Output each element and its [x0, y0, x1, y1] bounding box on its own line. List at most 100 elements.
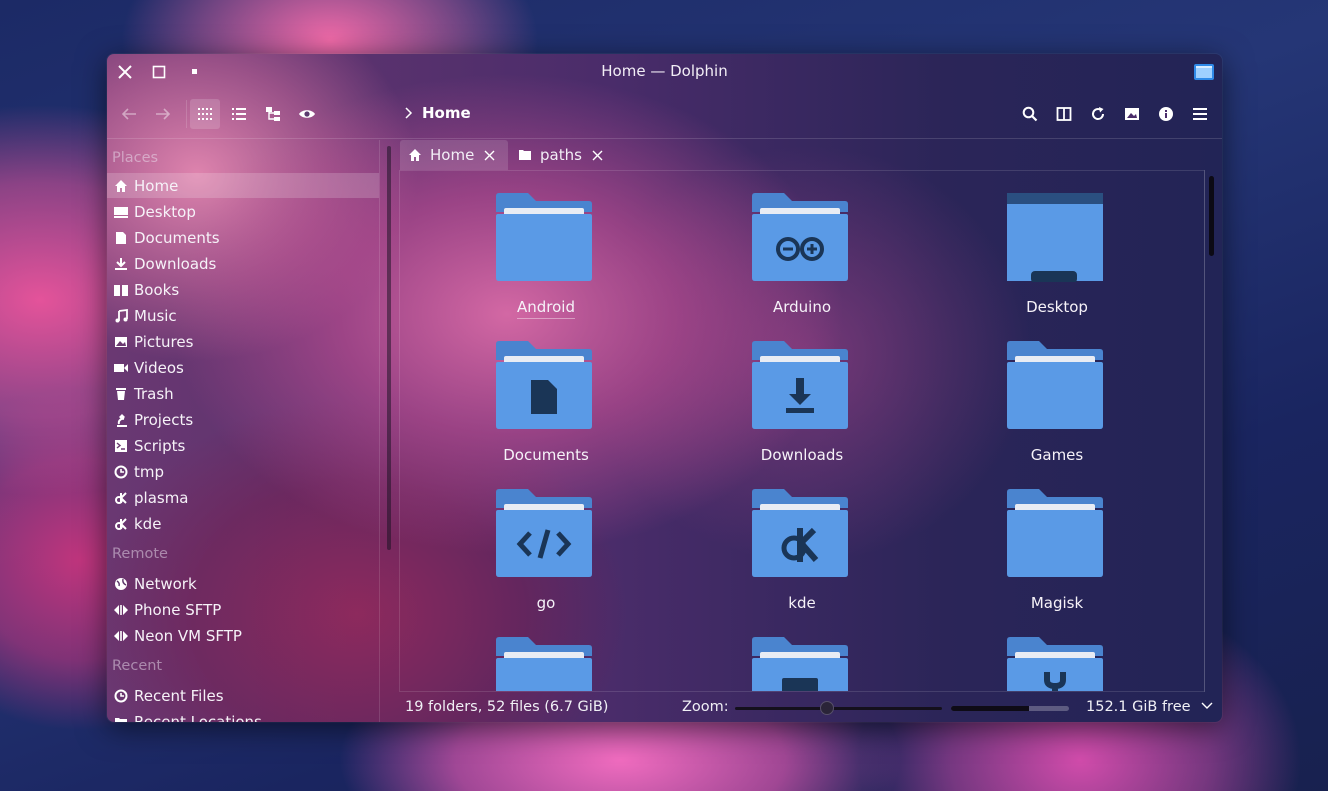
close-tab-icon[interactable]: [592, 150, 603, 161]
sidebar-item-trash[interactable]: Trash: [107, 381, 379, 406]
close-tab-icon[interactable]: [484, 150, 495, 161]
sidebar-item-downloads[interactable]: Downloads: [107, 251, 379, 276]
view-scrollbar[interactable]: [1209, 176, 1214, 256]
download-icon: [112, 255, 130, 273]
folder-icon: [1007, 489, 1103, 577]
reload-button[interactable]: [1083, 99, 1113, 129]
tab-home[interactable]: Home: [400, 140, 508, 170]
sidebar-item-recent-locations[interactable]: Recent Locations: [107, 709, 379, 722]
sidebar-item-network[interactable]: Network: [107, 571, 379, 596]
preview-button[interactable]: [1117, 99, 1147, 129]
view-scrollbar-track: [1204, 170, 1205, 692]
chevron-down-icon[interactable]: [1201, 702, 1213, 710]
tab-label: paths: [540, 146, 582, 164]
folder-item-arduino[interactable]: Arduino: [702, 192, 902, 332]
icons-view-button[interactable]: [190, 99, 220, 129]
folder-item-documents[interactable]: Documents: [446, 340, 646, 480]
sidebar-item-kde[interactable]: kde: [107, 511, 379, 536]
folder-item-android[interactable]: Android: [446, 192, 646, 332]
sidebar-scrollbar[interactable]: [387, 146, 391, 550]
toolbar: Home: [107, 94, 1222, 134]
desktop-folder-icon: [1007, 193, 1103, 282]
places-panel: Places Home Desktop Documents Downloads …: [107, 140, 380, 722]
sidebar-item-tmp[interactable]: tmp: [107, 459, 379, 484]
search-button[interactable]: [1015, 99, 1045, 129]
terminal-icon: [112, 437, 130, 455]
picture-icon: [112, 333, 130, 351]
sidebar-item-videos[interactable]: Videos: [107, 355, 379, 380]
sidebar-item-label: Videos: [134, 358, 184, 377]
microscope-icon: [112, 411, 130, 429]
panel-splitter[interactable]: [379, 140, 380, 722]
folder-item-kde[interactable]: kde: [702, 488, 902, 628]
document-icon: [112, 229, 130, 247]
sidebar-item-neon-vm-sftp[interactable]: Neon VM SFTP: [107, 623, 379, 648]
sidebar-item-plasma[interactable]: plasma: [107, 485, 379, 510]
preview-toggle-button[interactable]: [292, 99, 322, 129]
sidebar-item-recent-files[interactable]: Recent Files: [107, 683, 379, 708]
dolphin-app-icon: [1194, 64, 1214, 80]
folder-icon: [496, 637, 592, 691]
app-menu-button[interactable]: [1192, 60, 1216, 84]
tab-paths[interactable]: paths: [510, 140, 620, 170]
menu-icon: [1193, 108, 1207, 120]
folder-icon: [112, 713, 130, 722]
file-view[interactable]: Android Arduino Desktop Documents Downlo…: [399, 170, 1205, 692]
sidebar-item-home[interactable]: Home: [107, 173, 379, 198]
clock-icon: [112, 463, 130, 481]
status-bar: 19 folders, 52 files (6.7 GiB) Zoom: 152…: [399, 694, 1222, 722]
book-icon: [112, 281, 130, 299]
downloads-folder-icon: [752, 341, 848, 429]
sidebar-item-desktop[interactable]: Desktop: [107, 199, 379, 224]
sidebar-item-scripts[interactable]: Scripts: [107, 433, 379, 458]
remote-icon: [112, 601, 130, 619]
folder-item[interactable]: [702, 636, 902, 691]
sidebar-item-label: Recent Files: [134, 686, 224, 705]
kde-folder-icon: [752, 489, 848, 577]
folder-icon: [519, 150, 531, 160]
folder-icon: [1007, 341, 1103, 429]
sidebar-item-music[interactable]: Music: [107, 303, 379, 328]
sidebar-item-phone-sftp[interactable]: Phone SFTP: [107, 597, 379, 622]
hamburger-menu-button[interactable]: [1185, 99, 1215, 129]
back-button[interactable]: [114, 99, 144, 129]
free-space-label[interactable]: 152.1 GiB free: [1086, 699, 1191, 715]
forward-button[interactable]: [148, 99, 178, 129]
documents-folder-icon: [496, 341, 592, 429]
folder-item-go[interactable]: go: [446, 488, 646, 628]
desktop-icon: [112, 203, 130, 221]
sidebar-item-label: kde: [134, 514, 162, 533]
sidebar-item-label: plasma: [134, 488, 189, 507]
folder-item-desktop[interactable]: Desktop: [957, 192, 1157, 332]
tree-view-button[interactable]: [258, 99, 288, 129]
file-label: Documents: [503, 446, 589, 464]
folder-icon: [496, 193, 592, 281]
toolbar-separator: [186, 100, 187, 128]
sidebar-item-documents[interactable]: Documents: [107, 225, 379, 250]
sidebar-item-books[interactable]: Books: [107, 277, 379, 302]
window-title: Home — Dolphin: [601, 62, 728, 80]
zoom-slider-handle[interactable]: [820, 701, 834, 715]
sidebar-item-label: Books: [134, 280, 180, 299]
folder-item-downloads[interactable]: Downloads: [702, 340, 902, 480]
folder-item[interactable]: [446, 636, 646, 691]
kde-icon: [112, 515, 130, 533]
folder-item-games[interactable]: Games: [957, 340, 1157, 480]
file-label: Desktop: [1026, 298, 1088, 316]
sidebar-item-label: Neon VM SFTP: [134, 626, 242, 645]
details-view-button[interactable]: [224, 99, 254, 129]
folder-item-magisk[interactable]: Magisk: [957, 488, 1157, 628]
folder-item[interactable]: [957, 636, 1157, 691]
sidebar-item-label: Recent Locations: [134, 712, 262, 723]
pictures-folder-icon: [752, 637, 848, 691]
breadcrumb[interactable]: Home: [422, 104, 471, 122]
sidebar-item-label: Downloads: [134, 254, 217, 273]
zoom-slider[interactable]: [735, 701, 942, 715]
chevron-right-icon: [405, 107, 413, 119]
sidebar-item-projects[interactable]: Projects: [107, 407, 379, 432]
sidebar-item-pictures[interactable]: Pictures: [107, 329, 379, 354]
information-button[interactable]: [1151, 99, 1181, 129]
file-label: Arduino: [772, 298, 832, 316]
music-icon: [112, 307, 130, 325]
split-view-button[interactable]: [1049, 99, 1079, 129]
